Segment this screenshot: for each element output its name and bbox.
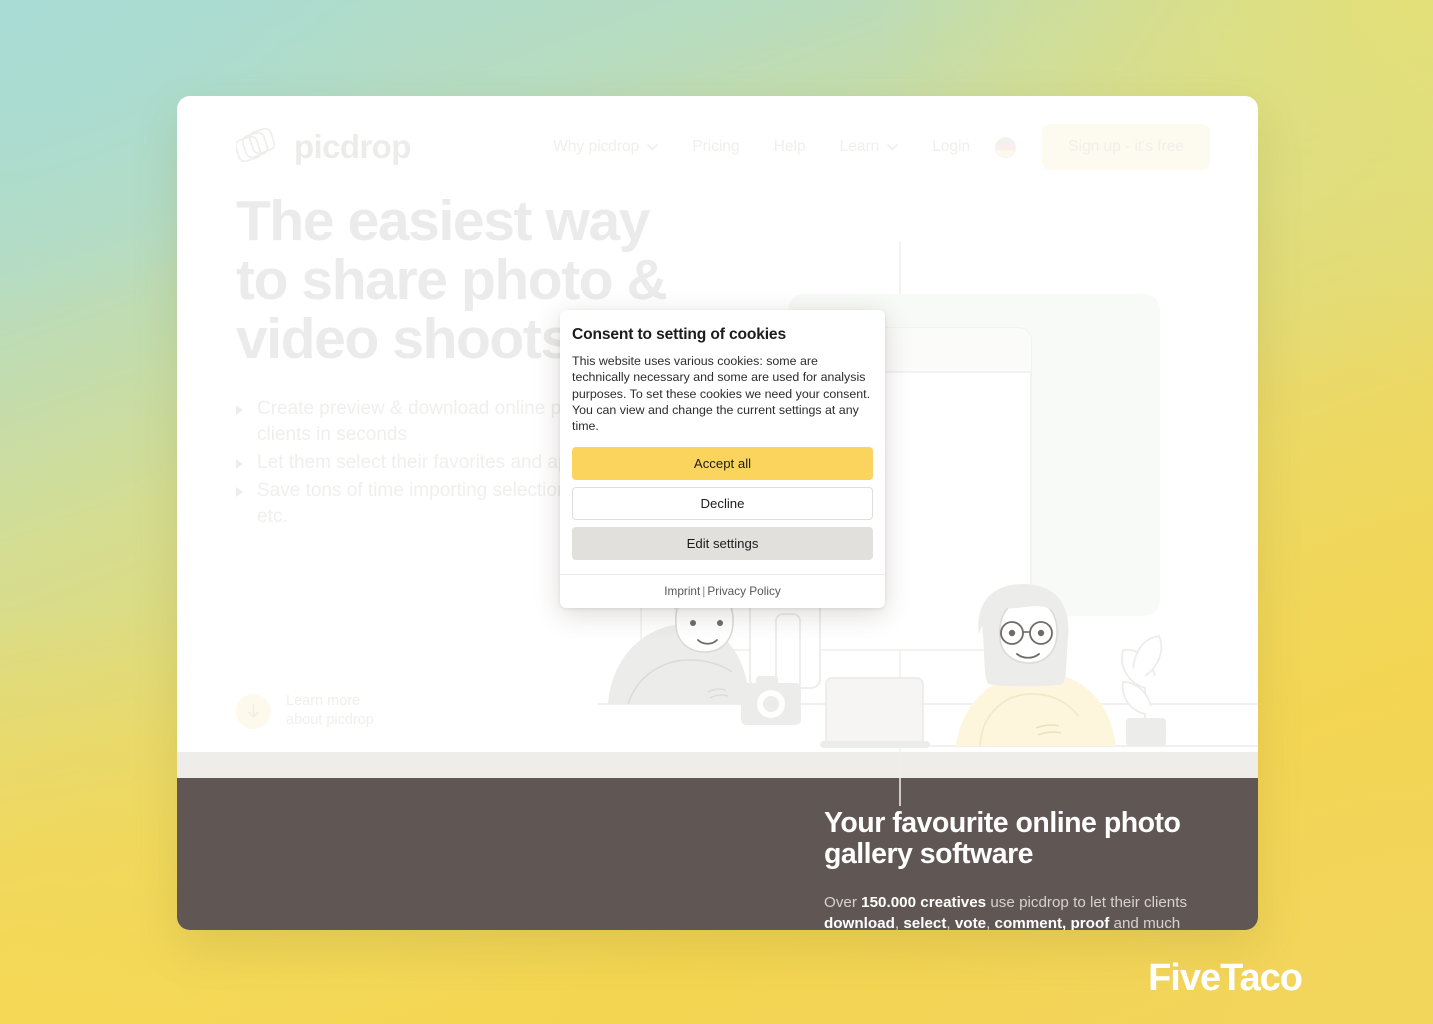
cookie-dialog-footer: Imprint | Privacy Policy (560, 574, 885, 608)
promo-bold-2: download (824, 915, 895, 930)
privacy-policy-link[interactable]: Privacy Policy (707, 584, 780, 598)
nav-label: Login (932, 138, 971, 155)
german-flag-icon[interactable] (995, 136, 1017, 158)
fivetaco-watermark: FiveTaco (1148, 957, 1303, 999)
nav-label: Help (773, 138, 806, 155)
promo-bold-4: vote (954, 915, 987, 930)
edit-settings-button[interactable]: Edit settings (572, 527, 873, 561)
camera-icon (741, 676, 801, 725)
logo-text: picdrop (294, 128, 411, 165)
imprint-link[interactable]: Imprint (664, 584, 700, 598)
promo-text-1: Over (824, 894, 862, 911)
chevron-down-icon (647, 143, 659, 151)
bullet-triangle-icon (236, 459, 243, 469)
laptop-illustration (820, 677, 930, 748)
main-nav: Why picdrop Pricing Help Learn Login Sig… (536, 124, 1210, 170)
cookie-dialog-title: Consent to setting of cookies (572, 326, 786, 343)
site-header: picdrop Why picdrop Pricing Help Learn L… (177, 96, 1258, 198)
decline-button[interactable]: Decline (572, 487, 873, 521)
cookie-consent-dialog: Consent to setting of cookies This websi… (560, 310, 885, 609)
nav-label: Why picdrop (553, 138, 640, 155)
nav-item-login[interactable]: Login (915, 138, 987, 156)
nav-item-help[interactable]: Help (757, 138, 823, 156)
arrow-down-circle-icon (236, 693, 271, 729)
nav-item-pricing[interactable]: Pricing (675, 138, 756, 156)
footer-promo-paragraph: Over 150.000 creatives use picdrop to le… (824, 892, 1196, 930)
logo[interactable]: picdrop (234, 126, 411, 168)
picdrop-layers-icon (234, 126, 282, 168)
bullet-triangle-icon (236, 405, 243, 415)
footer-separator: | (702, 584, 706, 599)
nav-label: Learn (839, 138, 880, 155)
promo-bold-1: 150.000 creatives (861, 894, 987, 911)
chevron-down-icon (887, 143, 899, 151)
promo-text-2: use picdrop to let their clients (986, 894, 1188, 911)
bullet-triangle-icon (236, 487, 243, 497)
promo-text-5: , (986, 915, 995, 930)
learn-more-link[interactable]: Learn more about picdrop (236, 692, 374, 730)
promo-bold-5: comment, proof (994, 915, 1110, 930)
cookie-dialog-body: Consent to setting of cookies This websi… (560, 310, 885, 574)
nav-item-learn[interactable]: Learn (823, 138, 916, 156)
promo-text-4: , (946, 915, 955, 930)
nav-item-why-picdrop[interactable]: Why picdrop (536, 138, 675, 156)
promo-bold-3: select (903, 915, 947, 930)
nav-label: Pricing (692, 138, 740, 155)
accept-all-button[interactable]: Accept all (572, 447, 873, 481)
learn-more-label: Learn more about picdrop (286, 693, 374, 728)
plant-icon (1121, 635, 1166, 746)
signup-button[interactable]: Sign up - it's free (1042, 124, 1210, 170)
cookie-dialog-text: This website uses various cookies: some … (572, 354, 871, 434)
